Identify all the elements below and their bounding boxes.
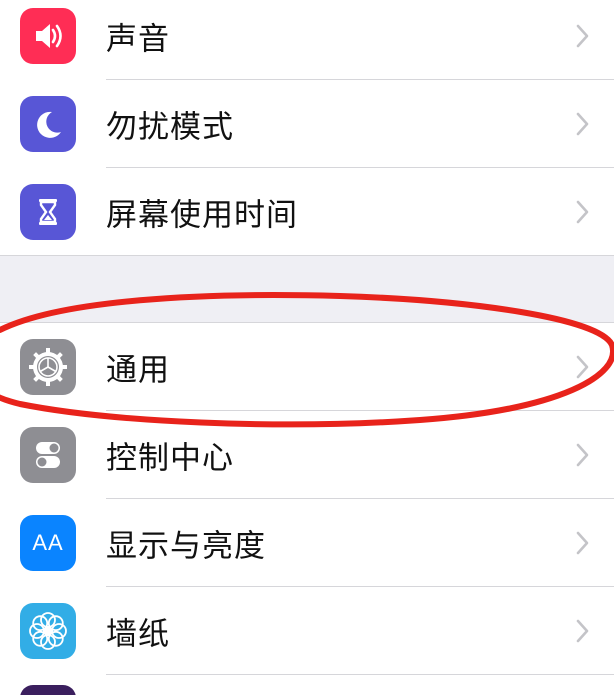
flower-icon — [20, 603, 76, 659]
chevron-right-icon — [576, 112, 589, 136]
moon-icon — [20, 96, 76, 152]
settings-row-label: 通用 — [106, 352, 170, 389]
speaker-icon — [20, 8, 76, 64]
settings-row-label: 勿扰模式 — [106, 109, 234, 146]
chevron-right-icon — [576, 443, 589, 467]
settings-row-sounds[interactable]: 声音 — [0, 0, 614, 80]
chevron-right-icon — [576, 531, 589, 555]
text-size-icon: AA — [20, 515, 76, 571]
settings-row-label: 屏幕使用时间 — [106, 197, 298, 234]
settings-screen: 声音 勿扰模式 屏幕使用时间 通用 控制中心 AA 显示与亮度 墙纸 — [0, 0, 614, 695]
chevron-right-icon — [576, 24, 589, 48]
divider — [106, 674, 614, 675]
settings-row-general[interactable]: 通用 — [0, 323, 614, 411]
settings-row-label: 墙纸 — [106, 616, 170, 653]
settings-row-screen-time[interactable]: 屏幕使用时间 — [0, 168, 614, 256]
chevron-right-icon — [576, 355, 589, 379]
hourglass-icon — [20, 184, 76, 240]
settings-row-label: 声音 — [106, 21, 170, 58]
settings-row-label: 控制中心 — [106, 440, 234, 477]
section-separator — [0, 255, 614, 323]
gear-icon — [20, 339, 76, 395]
settings-row-label: 显示与亮度 — [106, 528, 266, 565]
settings-row-dnd[interactable]: 勿扰模式 — [0, 80, 614, 168]
next-row-icon-partial — [20, 685, 76, 695]
chevron-right-icon — [576, 200, 589, 224]
settings-row-wallpaper[interactable]: 墙纸 — [0, 587, 614, 675]
text-size-icon-glyph: AA — [32, 530, 64, 555]
chevron-right-icon — [576, 619, 589, 643]
settings-row-display[interactable]: AA 显示与亮度 — [0, 499, 614, 587]
settings-row-control-center[interactable]: 控制中心 — [0, 411, 614, 499]
toggles-icon — [20, 427, 76, 483]
